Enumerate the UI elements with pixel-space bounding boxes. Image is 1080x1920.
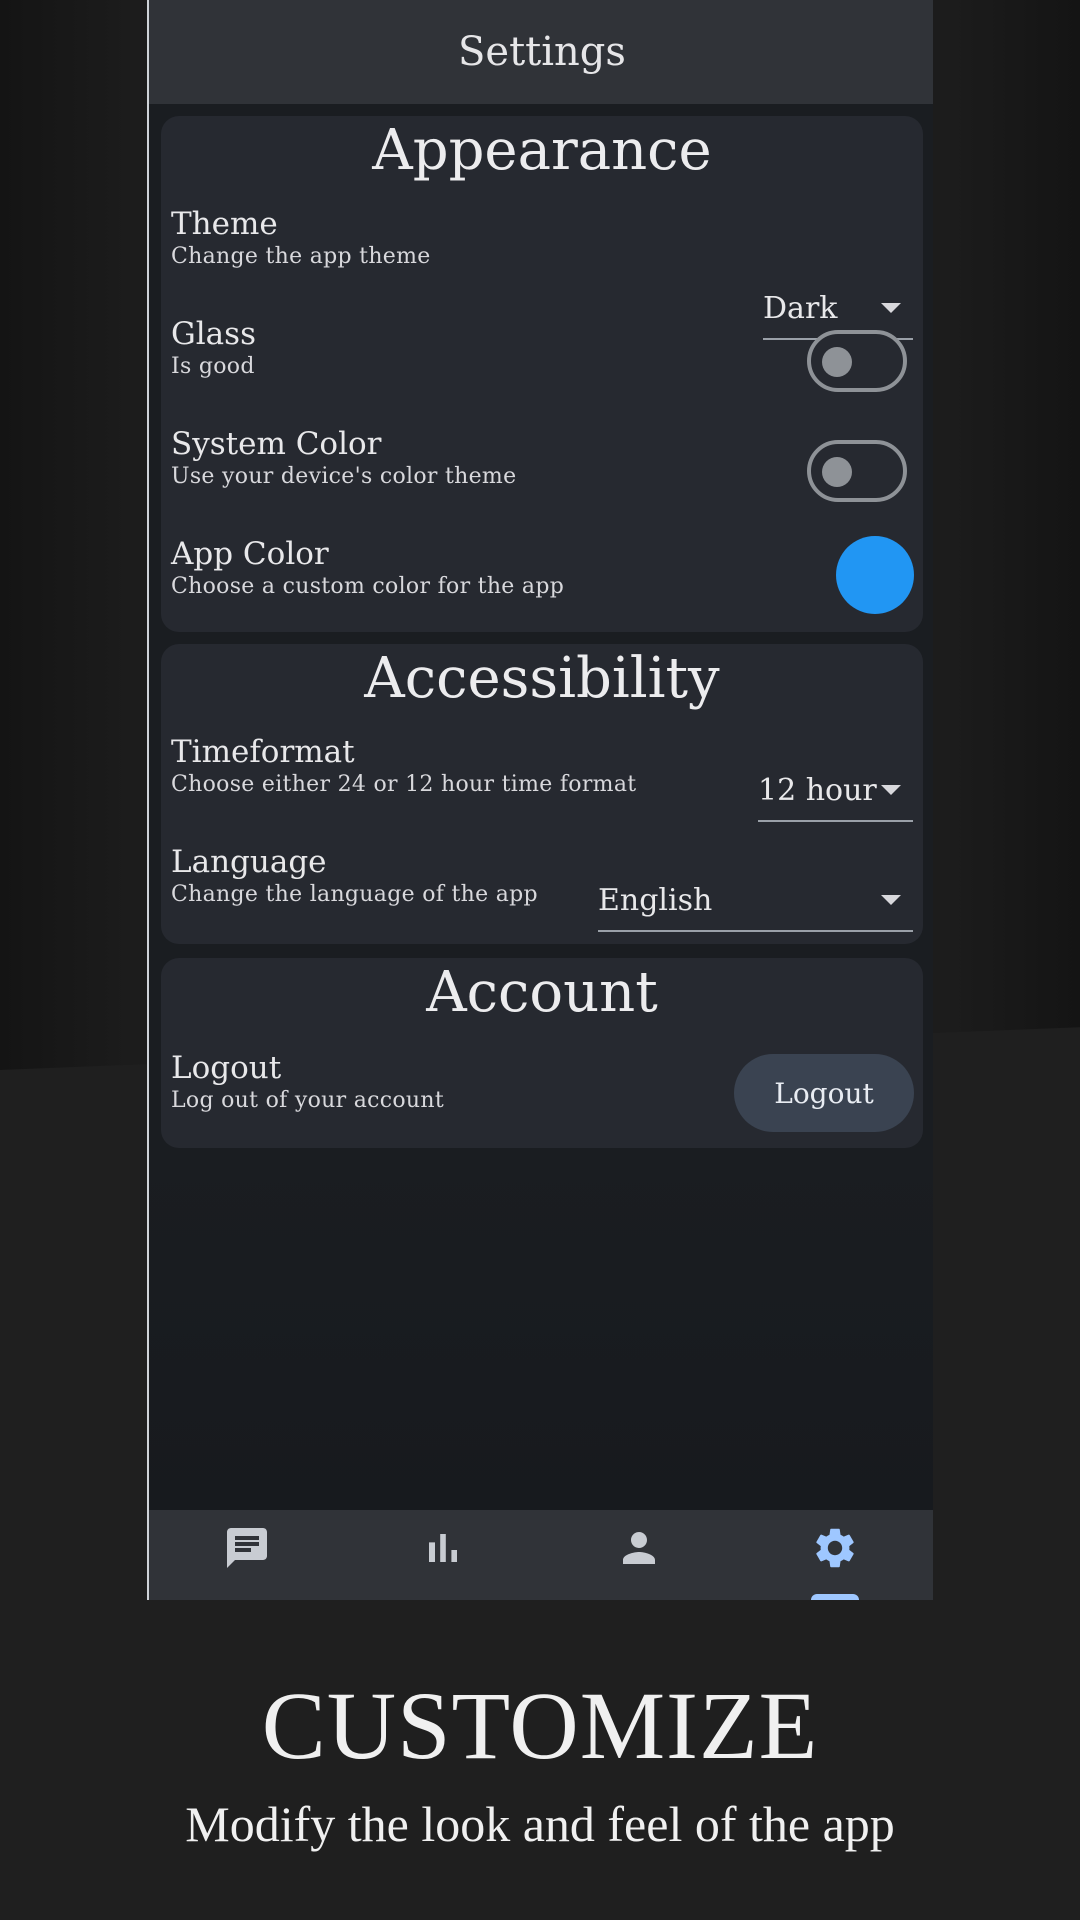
language-dropdown[interactable]: English — [598, 870, 913, 932]
bar-chart-icon — [429, 1534, 457, 1562]
logout-setting: Logout Log out of your account — [171, 1050, 444, 1116]
nav-item-settings[interactable] — [737, 1510, 933, 1600]
logout-description: Log out of your account — [171, 1088, 444, 1113]
page-title: Settings — [458, 29, 626, 75]
account-title: Account — [426, 960, 658, 1025]
logout-label: Logout — [171, 1050, 282, 1086]
system-color-toggle[interactable] — [807, 440, 907, 502]
screen-empty-area — [149, 1150, 933, 1510]
system-color-setting: System Color Use your device's color the… — [171, 426, 516, 492]
timeformat-dropdown[interactable]: 12 hour — [758, 760, 913, 822]
glass-description: Is good — [171, 354, 255, 379]
app-color-label: App Color — [171, 536, 329, 572]
caption-title: CUSTOMIZE — [261, 1672, 819, 1779]
person-icon — [623, 1532, 655, 1564]
system-color-description: Use your device's color theme — [171, 464, 517, 489]
system-color-label: System Color — [171, 426, 382, 462]
timeformat-setting: Timeformat Choose either 24 or 12 hour t… — [171, 734, 636, 800]
language-dropdown-value: English — [598, 882, 713, 918]
app-bar: Settings — [149, 0, 933, 104]
timeformat-dropdown-value: 12 hour — [758, 772, 877, 808]
phone-screen: Settings Appearance Theme Change the app… — [147, 0, 933, 1600]
appearance-card: Appearance Theme Change the app theme Da… — [161, 116, 923, 632]
appearance-title: Appearance — [372, 118, 712, 183]
theme-description: Change the app theme — [171, 244, 431, 269]
gear-icon — [816, 1528, 854, 1568]
caption-subtitle: Modify the look and feel of the app — [185, 1796, 895, 1852]
language-setting: Language Change the language of the app — [171, 844, 538, 910]
chevron-down-icon — [881, 895, 901, 905]
chevron-down-icon — [881, 303, 901, 313]
nav-selected-indicator — [811, 1594, 859, 1600]
app-color-setting: App Color Choose a custom color for the … — [171, 536, 564, 602]
app-color-description: Choose a custom color for the app — [171, 574, 565, 599]
timeformat-description: Choose either 24 or 12 hour time format — [171, 772, 637, 797]
accessibility-title: Accessibility — [364, 646, 720, 711]
nav-item-stats[interactable] — [345, 1510, 541, 1600]
language-description: Change the language of the app — [171, 882, 538, 907]
toggle-knob — [822, 457, 852, 487]
theme-label: Theme — [171, 206, 278, 242]
chat-icon — [227, 1528, 267, 1568]
nav-item-chat[interactable] — [149, 1510, 345, 1600]
account-card: Account Logout Log out of your account L… — [161, 958, 923, 1148]
nav-item-profile[interactable] — [541, 1510, 737, 1600]
accessibility-card: Accessibility Timeformat Choose either 2… — [161, 644, 923, 944]
glass-setting: Glass Is good — [171, 316, 256, 382]
chevron-down-icon — [881, 785, 901, 795]
timeformat-label: Timeformat — [171, 734, 355, 770]
theme-setting: Theme Change the app theme — [171, 206, 431, 272]
bottom-navigation — [149, 1510, 933, 1600]
language-label: Language — [171, 844, 327, 880]
glass-toggle[interactable] — [807, 330, 907, 392]
glass-label: Glass — [171, 316, 256, 352]
theme-dropdown-value: Dark — [763, 290, 838, 326]
toggle-knob — [822, 347, 852, 377]
app-color-swatch[interactable] — [836, 536, 914, 614]
logout-button[interactable]: Logout — [734, 1054, 914, 1132]
